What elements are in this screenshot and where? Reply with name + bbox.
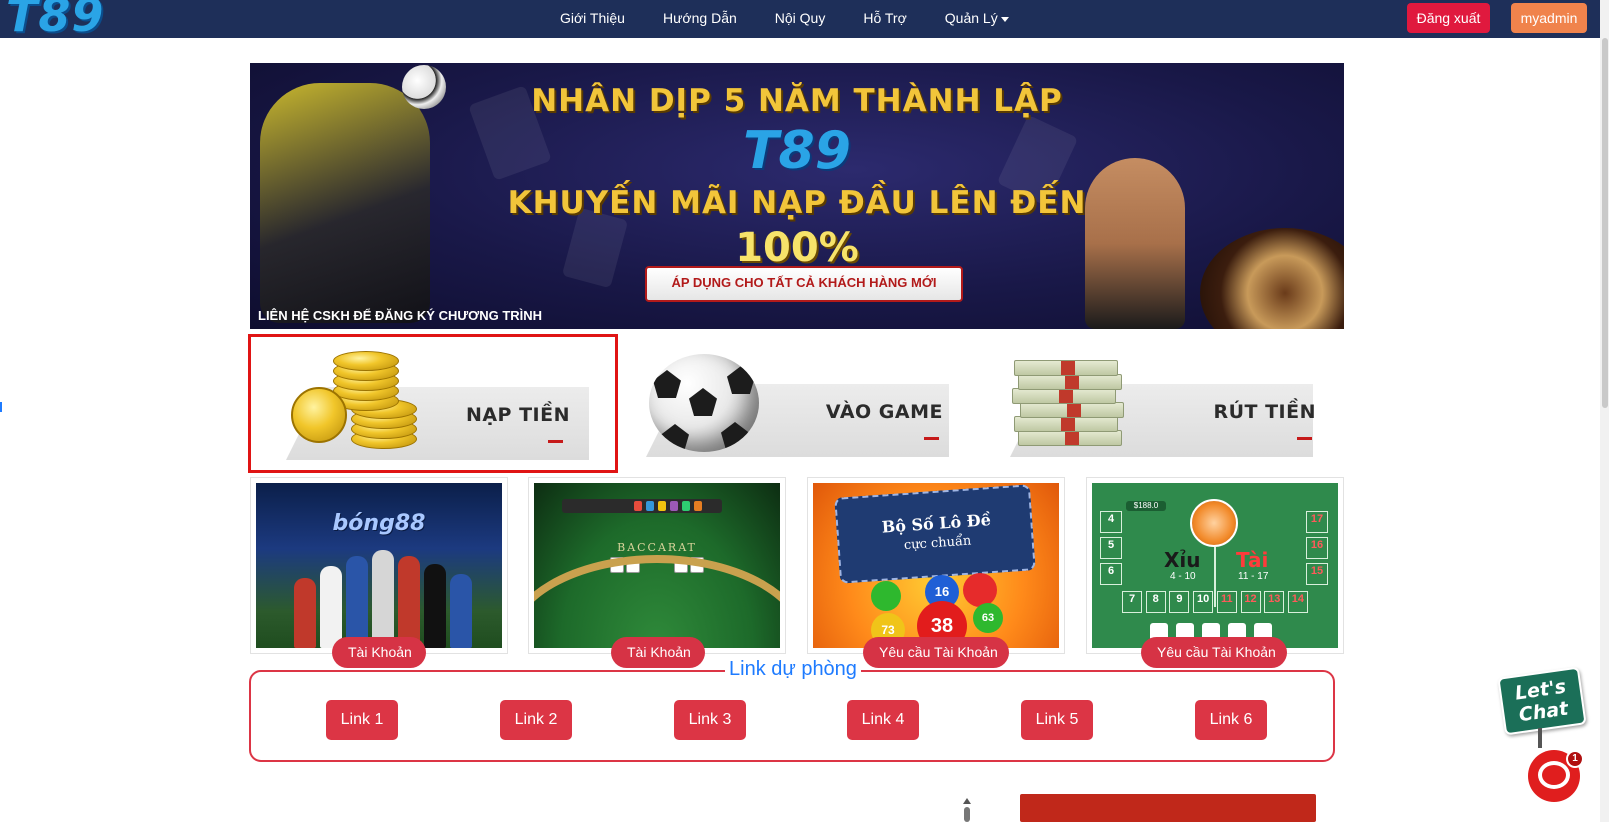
game-card-bong88[interactable]: bóng88: [250, 477, 508, 654]
bong88-title: bóng88: [332, 511, 426, 536]
partial-slider[interactable]: [964, 807, 970, 822]
request-account-button-lotto[interactable]: Yêu cầu Tài Khoản: [863, 637, 1009, 668]
play-game-tile[interactable]: VÀO GAME: [616, 334, 986, 473]
nav-dropdown-quan-ly[interactable]: Quản Lý: [945, 10, 1009, 26]
lotto-board: Bộ Số Lô Đề cực chuẩn: [834, 484, 1036, 584]
xiu-label: Xỉu: [1164, 548, 1201, 572]
tai-range: 11 - 17: [1238, 571, 1269, 582]
xiu-number-cell: 8: [1145, 591, 1166, 613]
nav-link-ho-tro[interactable]: Hỗ Trợ: [863, 10, 906, 26]
nav-dropdown-label: Quản Lý: [944, 10, 998, 26]
page: T89 Giới Thiệu Hướng Dẫn Nội Quy Hỗ Trợ …: [0, 0, 1609, 822]
nav-link-gioi-thieu[interactable]: Giới Thiệu: [560, 10, 625, 26]
tai-number-cell: 15: [1306, 563, 1328, 585]
backup-link-1[interactable]: Link 1: [326, 700, 398, 740]
backup-link-3[interactable]: Link 3: [674, 700, 746, 740]
tai-label: Tài: [1236, 548, 1269, 572]
soccer-ball-icon: [649, 354, 759, 452]
game-card-lotto[interactable]: Bộ Số Lô Đề cực chuẩn 16 38 73 63: [807, 477, 1065, 654]
promo-banner[interactable]: NHÂN DỊP 5 NĂM THÀNH LẬP T89 KHUYẾN MÃI …: [250, 63, 1344, 329]
tile-label: VÀO GAME: [825, 401, 943, 423]
tile-label: RÚT TIỀN: [1213, 401, 1316, 423]
backup-link-5[interactable]: Link 5: [1021, 700, 1093, 740]
xiu-number-cell: 9: [1169, 591, 1190, 613]
xiu-bet-amount: $188.0: [1126, 501, 1166, 511]
chat-bubble-icon: [1538, 761, 1570, 789]
lotto-line1: Bộ Số Lô Đề: [881, 510, 992, 537]
user-account-button[interactable]: myadmin: [1511, 3, 1587, 33]
banner-headline: NHÂN DỊP 5 NĂM THÀNH LẬP: [531, 83, 1063, 119]
top-navbar: T89 Giới Thiệu Hướng Dẫn Nội Quy Hỗ Trợ …: [0, 0, 1600, 38]
baccarat-table-text: BACCARAT: [617, 541, 697, 554]
game-card-baccarat[interactable]: BACCARAT: [528, 477, 786, 654]
edge-marker: [0, 402, 2, 412]
tai-number-cell: 13: [1264, 591, 1285, 613]
lotto-line2: cực chuẩn: [903, 533, 972, 554]
request-account-button-xiu-tai[interactable]: Yêu cầu Tài Khoản: [1141, 637, 1287, 668]
xiu-number-cell: 10: [1193, 591, 1214, 613]
xiu-number-cell: 4: [1100, 511, 1122, 533]
chat-sign-pole: [1538, 728, 1542, 748]
tai-number-cell: 11: [1216, 591, 1237, 613]
lotto-ball: 63: [973, 603, 1003, 633]
withdraw-tile[interactable]: RÚT TIỀN: [980, 334, 1350, 473]
backup-links-legend: Link dự phòng: [725, 658, 861, 681]
site-logo[interactable]: T89: [6, 0, 104, 38]
tile-accent-dash: [1297, 437, 1312, 440]
baccarat-image: BACCARAT: [534, 483, 780, 648]
bong88-image: bóng88: [256, 483, 502, 648]
account-button-baccarat[interactable]: Tài Khoản: [611, 637, 705, 668]
banner-brand: T89: [743, 121, 851, 181]
logout-button[interactable]: Đăng xuất: [1407, 3, 1490, 33]
backup-link-6[interactable]: Link 6: [1195, 700, 1267, 740]
chat-unread-badge: 1: [1566, 750, 1584, 768]
tai-number-cell: 12: [1240, 591, 1261, 613]
account-button-bong88[interactable]: Tài Khoản: [332, 637, 426, 668]
tile-label: NẠP TIỀN: [465, 404, 570, 426]
nav-link-huong-dan[interactable]: Hướng Dẫn: [663, 10, 737, 26]
xiu-tai-image: $188.0 4 5 6 17 16 15 Xỉu 4 - 10 Tài 11 …: [1092, 483, 1338, 648]
scrollbar-thumb[interactable]: [1602, 38, 1608, 408]
game-card-xiu-tai[interactable]: $188.0 4 5 6 17 16 15 Xỉu 4 - 10 Tài 11 …: [1086, 477, 1344, 654]
backup-link-2[interactable]: Link 2: [500, 700, 572, 740]
partial-red-banner: [1020, 794, 1316, 822]
backup-link-4[interactable]: Link 4: [847, 700, 919, 740]
lets-chat-sign[interactable]: Let's Chat: [1497, 666, 1587, 736]
xiu-number-cell: 7: [1122, 591, 1142, 613]
tile-accent-dash: [924, 437, 939, 440]
scroll-up-icon[interactable]: [963, 798, 971, 804]
nav-link-noi-quy[interactable]: Nội Quy: [775, 10, 826, 26]
tai-number-cell: 14: [1287, 591, 1308, 613]
gold-coins-icon: [291, 351, 431, 451]
xiu-number-cell: 5: [1100, 537, 1122, 559]
deposit-tile[interactable]: NẠP TIỀN: [248, 334, 618, 473]
tai-number-cell: 17: [1306, 511, 1328, 533]
tai-number-cell: 16: [1306, 537, 1328, 559]
money-stack-icon: [1010, 360, 1125, 448]
banner-percent: 100%: [735, 225, 859, 271]
banner-ribbon: ÁP DỤNG CHO TẤT CẢ KHÁCH HÀNG MỚI: [645, 266, 963, 302]
xiu-number-cell: 6: [1100, 563, 1122, 585]
caret-down-icon: [1000, 16, 1009, 22]
xiu-range: 4 - 10: [1170, 571, 1196, 582]
banner-footer-text: LIÊN HỆ CSKH ĐỂ ĐĂNG KÝ CHƯƠNG TRÌNH: [258, 308, 543, 323]
dice-dial-icon: [1190, 499, 1238, 547]
lotto-image: Bộ Số Lô Đề cực chuẩn 16 38 73 63: [813, 483, 1059, 648]
banner-subheadline: KHUYẾN MÃI NẠP ĐẦU LÊN ĐẾN: [507, 185, 1087, 221]
tile-accent-dash: [548, 440, 563, 443]
backup-links-panel: [249, 670, 1335, 762]
nav-menu: Giới Thiệu Hướng Dẫn Nội Quy Hỗ Trợ Quản…: [560, 0, 1009, 36]
